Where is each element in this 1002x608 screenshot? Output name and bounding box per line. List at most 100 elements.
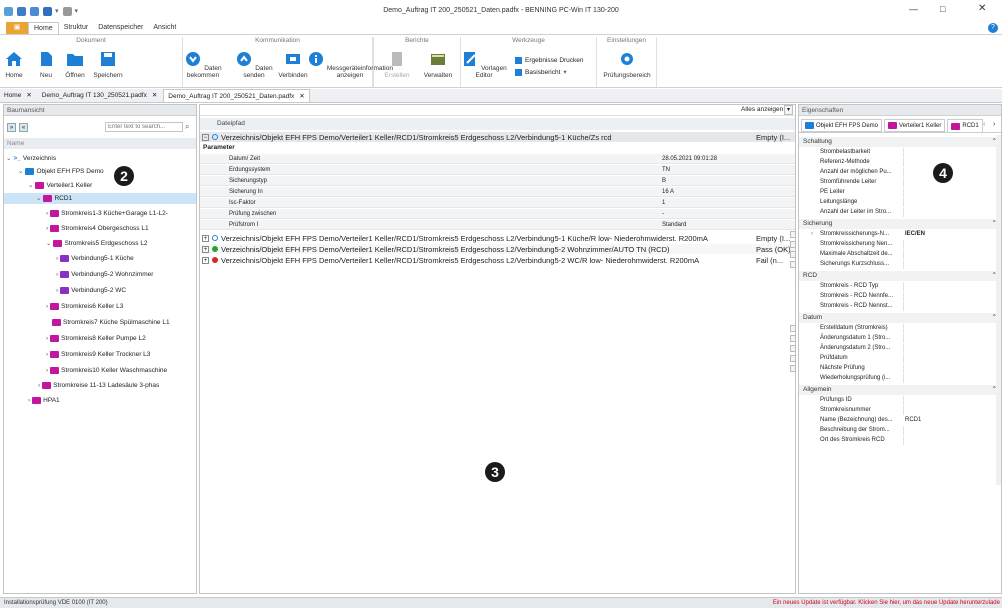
show-all-dropdown[interactable]: ▾ bbox=[784, 105, 793, 115]
minimize-icon[interactable]: — bbox=[909, 4, 918, 14]
help-icon[interactable]: ? bbox=[988, 23, 998, 33]
scroll-right-icon[interactable]: › bbox=[993, 121, 995, 128]
search-icon[interactable]: ⌕ bbox=[185, 122, 189, 132]
expand-icon[interactable]: + bbox=[202, 256, 209, 264]
chevron-down-icon[interactable]: ⌄ bbox=[46, 238, 51, 249]
scroll-left-icon[interactable]: ‹ bbox=[983, 121, 985, 128]
chevron-down-icon[interactable]: ⌄ bbox=[6, 153, 11, 164]
category-rcd[interactable]: RCD ⌃ bbox=[799, 271, 1001, 281]
expand-icon[interactable]: + bbox=[202, 234, 209, 242]
tree-node-rcd1[interactable]: ⌄ RCD1 bbox=[4, 193, 196, 204]
chevron-down-icon[interactable]: ⌄ bbox=[36, 193, 41, 204]
result-row[interactable]: + Verzeichnis/Objekt EFH FPS Demo/Vertei… bbox=[200, 255, 795, 265]
daten-bekommen-button[interactable]: Daten bekommen bbox=[175, 51, 231, 79]
tab-ansicht[interactable]: Ansicht bbox=[148, 22, 181, 34]
result-row-expanded[interactable]: − Verzeichnis/Objekt EFH FPS Demo/Vertei… bbox=[200, 132, 795, 142]
chevron-right-icon[interactable]: › bbox=[46, 223, 48, 234]
file-tab[interactable]: ▣ bbox=[6, 22, 28, 34]
dropdown-button[interactable] bbox=[790, 365, 796, 372]
category-sicherung[interactable]: Sicherung ⌃ bbox=[799, 219, 1001, 229]
tree-node-circuit[interactable]: Stromkreis7 Küche Spülmaschine L1 bbox=[52, 317, 170, 328]
save-button[interactable]: Speichern bbox=[92, 51, 124, 79]
dropdown-button[interactable] bbox=[790, 355, 796, 362]
tab-home[interactable]: Home bbox=[28, 22, 59, 34]
open-button[interactable]: Öffnen bbox=[62, 51, 88, 79]
update-notification-link[interactable]: Ein neues Update ist verfügbar. Klicken … bbox=[773, 598, 1000, 608]
dropdown-button[interactable] bbox=[790, 335, 796, 342]
properties-scrollbar[interactable] bbox=[996, 135, 1001, 485]
chevron-right-icon[interactable]: › bbox=[46, 208, 48, 219]
tree-node-circuit[interactable]: › Stromkreise 11-13 Ladesäule 3-phas bbox=[38, 380, 159, 391]
path-column-header: Dateipfad bbox=[200, 118, 795, 130]
close-icon[interactable]: ✕ bbox=[299, 90, 304, 103]
chevron-down-icon[interactable]: ⌄ bbox=[28, 180, 33, 191]
tab-struktur[interactable]: Struktur bbox=[59, 22, 94, 34]
close-icon[interactable]: ✕ bbox=[978, 3, 986, 14]
vorlagen-editor-button[interactable]: Vorlagen Editor bbox=[461, 51, 507, 79]
erstellen-button[interactable]: Erstellen bbox=[380, 51, 414, 79]
tree-node-connection[interactable]: › Verbindung5-2 Wohnzimmer bbox=[56, 269, 153, 280]
tree-node-circuit[interactable]: › Stromkreis4 Obergeschoss L1 bbox=[46, 223, 149, 234]
tree-node-connection[interactable]: › Verbindung5-1 Küche bbox=[56, 253, 134, 264]
result-row[interactable]: + Verzeichnis/Objekt EFH FPS Demo/Vertei… bbox=[200, 233, 795, 243]
tree-node-circuit[interactable]: › Stromkreis10 Keller Waschmaschine bbox=[46, 365, 167, 376]
chevron-right-icon[interactable]: › bbox=[28, 395, 30, 406]
chevron-right-icon[interactable]: › bbox=[38, 380, 40, 391]
props-tab-objekt[interactable]: Objekt EFH FPS Demo bbox=[801, 119, 883, 132]
close-icon[interactable]: ✕ bbox=[26, 89, 31, 102]
chevron-right-icon[interactable]: › bbox=[56, 285, 58, 296]
doc-tab-home[interactable]: Home ✕ bbox=[0, 89, 36, 102]
tree-node-verzeichnis[interactable]: ⌄ >_ Verzeichnis bbox=[6, 153, 56, 164]
tree-node-circuit[interactable]: ⌄ Stromkreis5 Erdgeschoss L2 bbox=[46, 238, 148, 249]
param-row: Prüfstrom I Standard bbox=[200, 220, 795, 230]
chevron-right-icon[interactable]: › bbox=[46, 301, 48, 312]
chevron-right-icon[interactable]: › bbox=[46, 349, 48, 360]
props-tab-verteiler[interactable]: Verteiler1 Keller bbox=[884, 119, 946, 132]
pane-header: Baumansicht bbox=[4, 105, 196, 116]
chevron-down-icon: ▾ bbox=[563, 69, 567, 76]
callout-2: 2 bbox=[114, 166, 134, 186]
pruefungsbereich-button[interactable]: Prüfungsbereich bbox=[597, 51, 657, 79]
verwalten-button[interactable]: Verwalten bbox=[418, 51, 458, 79]
close-icon[interactable]: ✕ bbox=[152, 89, 157, 102]
tree-node-verteiler[interactable]: ⌄ Verteiler1 Keller bbox=[28, 180, 92, 191]
collapse-all-icon[interactable]: « bbox=[19, 123, 28, 132]
tree-node-circuit[interactable]: › Stromkreis9 Keller Trockner L3 bbox=[46, 349, 150, 360]
tree-node-circuit[interactable]: › Stromkreis1-3 Küche+Garage L1-L2- bbox=[46, 208, 168, 219]
category-schaltung[interactable]: Schaltung ⌃ bbox=[799, 137, 1001, 147]
basisbericht-dropdown[interactable]: Basisbericht ▾ bbox=[515, 68, 567, 76]
chevron-right-icon[interactable]: › bbox=[56, 269, 58, 280]
category-datum[interactable]: Datum ⌃ bbox=[799, 313, 1001, 323]
tree-node-hpa[interactable]: › HPA1 bbox=[28, 395, 60, 406]
collapse-icon[interactable]: − bbox=[202, 133, 209, 141]
maximize-icon[interactable]: □ bbox=[940, 4, 945, 14]
dropdown-button[interactable] bbox=[790, 325, 796, 332]
expand-icon[interactable]: + bbox=[202, 245, 209, 253]
chevron-right-icon[interactable]: › bbox=[46, 333, 48, 344]
tree-search-input[interactable] bbox=[105, 122, 183, 132]
doc-tab-it200[interactable]: Demo_Auftrag IT 200_250521_Daten.padfx ✕ bbox=[163, 89, 310, 103]
tree-node-circuit[interactable]: › Stromkreis8 Keller Pumpe L2 bbox=[46, 333, 146, 344]
new-button[interactable]: Neu bbox=[36, 51, 56, 79]
dropdown-button[interactable] bbox=[790, 345, 796, 352]
dropdown-button[interactable] bbox=[790, 231, 796, 238]
expand-all-icon[interactable]: » bbox=[7, 123, 16, 132]
dropdown-button[interactable] bbox=[790, 241, 796, 248]
dropdown-button[interactable] bbox=[790, 251, 796, 258]
category-allgemein[interactable]: Allgemein ⌃ bbox=[799, 385, 1001, 395]
upload-icon bbox=[237, 52, 252, 66]
tab-datenspeicher[interactable]: Datenspeicher bbox=[93, 22, 148, 34]
tree-node-connection[interactable]: › Verbindung5-2 WC bbox=[56, 285, 126, 296]
doc-tab-it130[interactable]: Demo_Auftrag IT 130_250521.padfx ✕ bbox=[38, 89, 162, 102]
home-button[interactable]: Home bbox=[4, 51, 24, 79]
daten-senden-button[interactable]: Daten senden bbox=[233, 51, 275, 79]
chevron-right-icon[interactable]: › bbox=[56, 253, 58, 264]
tree-node-objekt[interactable]: ⌄ Objekt EFH FPS Demo bbox=[18, 166, 104, 177]
tree-node-circuit[interactable]: › Stromkreis6 Keller L3 bbox=[46, 301, 123, 312]
ergebnisse-drucken-button[interactable]: Ergebnisse Drucken bbox=[515, 57, 584, 64]
result-row[interactable]: + Verzeichnis/Objekt EFH FPS Demo/Vertei… bbox=[200, 244, 795, 254]
props-tab-rcd1[interactable]: RCD1 bbox=[947, 119, 983, 132]
chevron-down-icon[interactable]: ⌄ bbox=[18, 166, 23, 177]
dropdown-button[interactable] bbox=[790, 261, 796, 268]
chevron-right-icon[interactable]: › bbox=[46, 365, 48, 376]
